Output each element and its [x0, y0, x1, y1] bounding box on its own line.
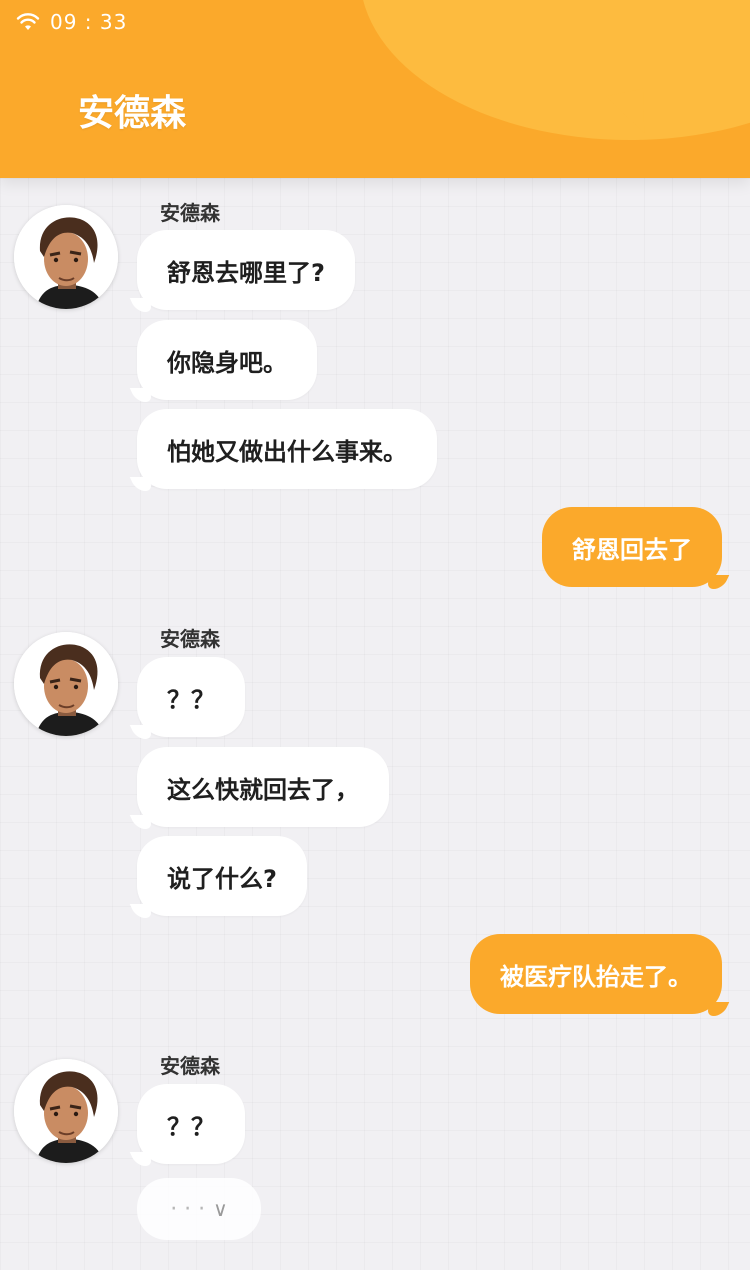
message-bubble[interactable]: ？？	[137, 657, 245, 737]
status-bar: 09 : 33	[16, 8, 127, 36]
avatar[interactable]	[14, 1059, 118, 1163]
typing-indicator[interactable]: · · · ∨	[137, 1178, 261, 1240]
avatar[interactable]	[14, 205, 118, 309]
avatar[interactable]	[14, 632, 118, 736]
message-bubble[interactable]: ？？	[137, 1084, 245, 1164]
header-decoration	[360, 0, 750, 140]
wifi-icon	[16, 13, 40, 30]
reply-bubble[interactable]: 被医疗队抬走了。	[470, 934, 722, 1014]
message-bubble[interactable]: 说了什么?	[137, 836, 307, 916]
message-bubble[interactable]: 这么快就回去了，	[137, 747, 389, 827]
message-bubble[interactable]: 舒恩去哪里了?	[137, 230, 355, 310]
sender-name: 安德森	[160, 201, 220, 225]
chevron-down-icon: ∨	[213, 1197, 228, 1221]
typing-dots: · · ·	[170, 1196, 206, 1222]
sender-name: 安德森	[160, 1054, 220, 1078]
status-time: 09 : 33	[50, 10, 128, 34]
header-bar: 09 : 33 安德森	[0, 0, 750, 178]
sender-name: 安德森	[160, 627, 220, 651]
message-bubble[interactable]: 你隐身吧。	[137, 320, 317, 400]
reply-bubble[interactable]: 舒恩回去了	[542, 507, 722, 587]
page-title: 安德森	[78, 93, 187, 134]
message-bubble[interactable]: 怕她又做出什么事来。	[137, 409, 437, 489]
